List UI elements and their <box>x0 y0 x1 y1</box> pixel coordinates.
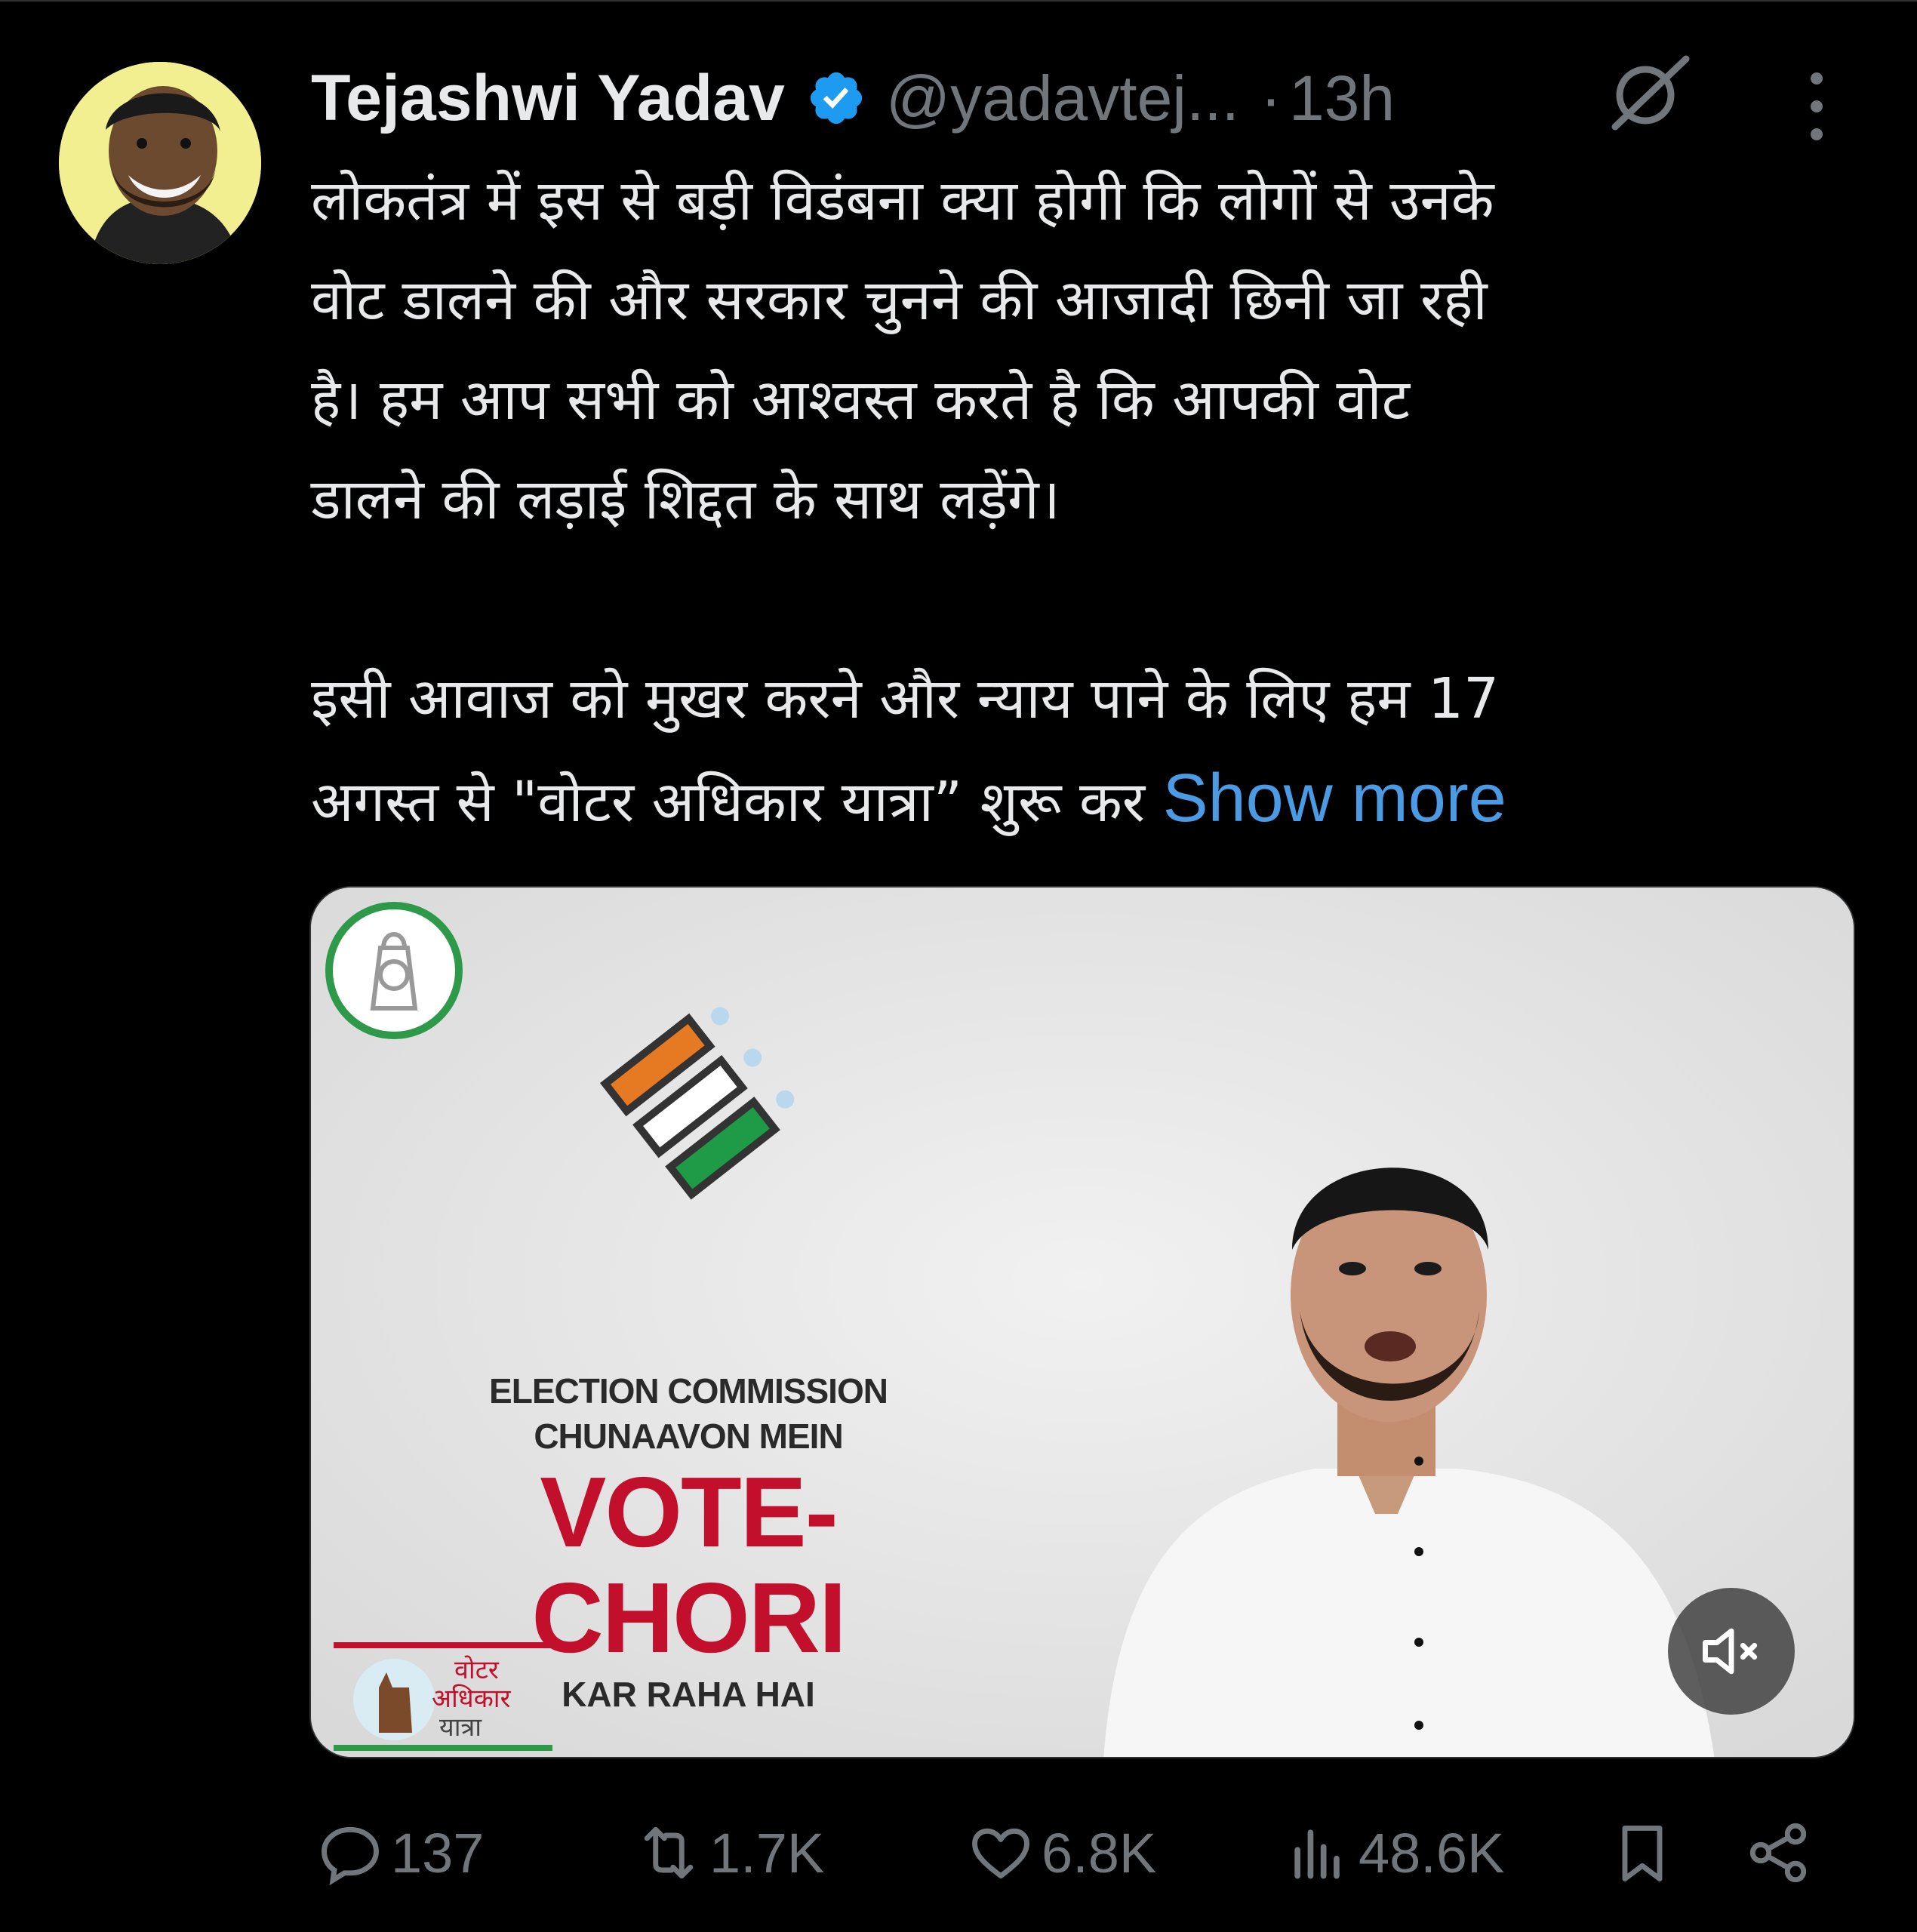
tweet-text: लोकतंत्र में इस से बड़ी विडंबना क्या होग… <box>311 151 1866 848</box>
tweet-header: Tejashwi Yadav @yadavtej... · 13h <box>311 53 1395 143</box>
like-count: 6.8K <box>1042 1821 1157 1884</box>
tweet-text-line: अगस्त से "वोटर अधिकार यात्रा” शुरू कर Sh… <box>311 749 1866 848</box>
author-handle[interactable]: @yadavtej... <box>886 62 1239 135</box>
bookmark-button[interactable] <box>1608 1811 1683 1894</box>
share-button[interactable] <box>1743 1811 1819 1894</box>
bookmark-icon <box>1622 1825 1663 1881</box>
unmute-button[interactable] <box>1668 1588 1795 1715</box>
overlay-line-2: CHUNAAVON MEIN <box>534 1417 843 1456</box>
tweet-text-line: इसी आवाज को मुखर करने और न्याय पाने के ल… <box>311 666 1500 731</box>
speaker-muted-icon <box>1703 1628 1758 1675</box>
party-logo-icon <box>325 902 463 1039</box>
overlay-line-4: KAR RAHA HAI <box>562 1675 815 1714</box>
author-name[interactable]: Tejashwi Yadav <box>311 61 785 136</box>
video-overlay-text: ELECTION COMMISSION CHUNAAVON MEIN VOTE-… <box>462 1371 915 1715</box>
verified-badge-icon[interactable] <box>806 68 866 128</box>
share-icon <box>1749 1823 1807 1883</box>
views-button[interactable]: 48.6K <box>1283 1811 1504 1894</box>
repost-count: 1.7K <box>709 1821 825 1884</box>
more-options-icon[interactable] <box>1798 65 1835 148</box>
top-divider <box>0 0 1917 2</box>
reply-count: 137 <box>391 1821 485 1884</box>
analytics-icon <box>1294 1829 1340 1879</box>
repost-button[interactable]: 1.7K <box>634 1811 824 1894</box>
tweet-text-line: लोकतंत्र में इस से बड़ी विडंबना क्या होग… <box>311 168 1494 233</box>
like-button[interactable]: 6.8K <box>966 1811 1156 1894</box>
overlay-line-1: ELECTION COMMISSION <box>489 1371 888 1411</box>
tweet-text-line: है। हम आप सभी को आश्वस्त करते है कि आपकी… <box>311 368 1411 432</box>
avatar[interactable] <box>59 62 261 264</box>
video-player[interactable]: वोटर अधिकार यात्रा ELECTION COMMISSION C… <box>309 886 1855 1758</box>
campaign-logo-text: यात्रा <box>439 1712 482 1743</box>
repost-icon <box>644 1826 694 1879</box>
tweet-text-line: डालने की लड़ाई शिद्दत के साथ लड़ेंगे। <box>311 467 1060 532</box>
avatar-image <box>59 62 261 264</box>
heart-icon <box>972 1828 1029 1879</box>
tweet-timestamp[interactable]: 13h <box>1289 62 1395 135</box>
tweet-text-line: वोट डालने की और सरकार चुनने की आजादी छिन… <box>311 268 1488 333</box>
tweet-action-bar: 137 1.7K 6.8K 48.6K <box>309 1811 1902 1894</box>
grok-icon[interactable] <box>1603 48 1694 139</box>
tweet-text-last: अगस्त से "वोटर अधिकार यात्रा” शुरू कर <box>311 770 1146 835</box>
reply-icon <box>322 1826 379 1886</box>
reply-button[interactable]: 137 <box>315 1811 484 1894</box>
separator-dot: · <box>1260 62 1282 134</box>
overlay-vote-chori: VOTE-CHORI <box>531 1457 846 1673</box>
show-more-link[interactable]: Show more <box>1163 761 1506 836</box>
view-count: 48.6K <box>1359 1821 1505 1884</box>
